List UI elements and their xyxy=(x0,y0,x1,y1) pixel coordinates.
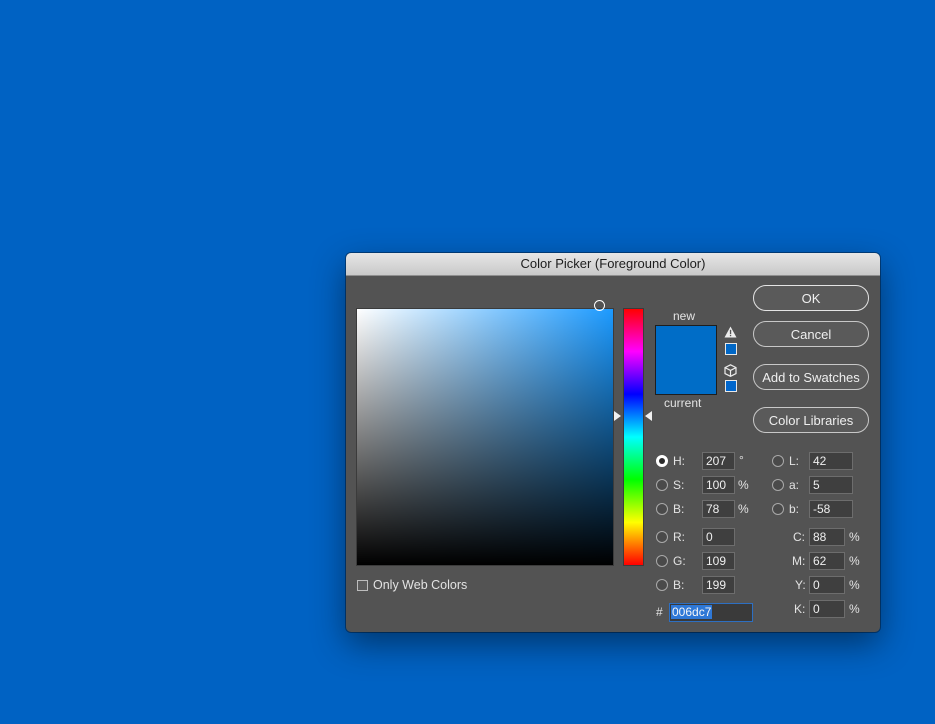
cancel-button[interactable]: Cancel xyxy=(753,321,869,347)
hex-value: 006dc7 xyxy=(671,605,713,619)
black-field[interactable]: 0 xyxy=(809,600,845,618)
red-radio[interactable] xyxy=(656,531,668,543)
yellow-unit: % xyxy=(849,578,860,592)
blue-field[interactable]: 199 xyxy=(702,576,735,594)
color-libraries-button[interactable]: Color Libraries xyxy=(753,407,869,433)
only-web-colors-checkbox[interactable] xyxy=(357,580,368,591)
lightness-radio[interactable] xyxy=(772,455,784,467)
hue-field[interactable]: 207 xyxy=(702,452,735,470)
yellow-label: Y: xyxy=(795,578,806,592)
current-color-swatch[interactable] xyxy=(656,360,716,394)
color-field-marker[interactable] xyxy=(594,300,605,311)
saturation-field[interactable]: 100 xyxy=(702,476,735,494)
hue-slider-right-handle[interactable] xyxy=(645,411,652,421)
brightness-unit: % xyxy=(738,502,749,516)
dialog-title: Color Picker (Foreground Color) xyxy=(346,253,880,276)
red-field[interactable]: 0 xyxy=(702,528,735,546)
hex-label: # xyxy=(656,605,663,619)
a-channel-label: a: xyxy=(789,478,800,492)
blue-radio[interactable] xyxy=(656,579,668,591)
current-color-label: current xyxy=(664,396,702,410)
gamut-correction-swatch[interactable] xyxy=(725,343,737,355)
hue-label: H: xyxy=(673,454,685,468)
hue-radio[interactable] xyxy=(656,455,668,467)
blue-label: B: xyxy=(673,578,685,592)
green-label: G: xyxy=(673,554,686,568)
magenta-label: M: xyxy=(792,554,806,568)
color-picker-dialog: Color Picker (Foreground Color) new curr… xyxy=(346,253,880,632)
magenta-unit: % xyxy=(849,554,860,568)
green-radio[interactable] xyxy=(656,555,668,567)
green-field[interactable]: 109 xyxy=(702,552,735,570)
lightness-label: L: xyxy=(789,454,800,468)
b-channel-field[interactable]: -58 xyxy=(809,500,853,518)
hue-unit: ° xyxy=(739,453,744,467)
b-channel-label: b: xyxy=(789,502,800,516)
cyan-unit: % xyxy=(849,530,860,544)
ok-button[interactable]: OK xyxy=(753,285,869,311)
warning-triangle-icon xyxy=(724,326,737,340)
only-web-colors-label[interactable]: Only Web Colors xyxy=(373,578,467,592)
a-channel-radio[interactable] xyxy=(772,479,784,491)
black-unit: % xyxy=(849,602,860,616)
brightness-radio[interactable] xyxy=(656,503,668,515)
yellow-field[interactable]: 0 xyxy=(809,576,845,594)
brightness-field[interactable]: 78 xyxy=(702,500,735,518)
lightness-field[interactable]: 42 xyxy=(809,452,853,470)
red-label: R: xyxy=(673,530,685,544)
color-preview xyxy=(655,325,717,395)
hue-slider-left-handle[interactable] xyxy=(614,411,621,421)
cube-icon xyxy=(724,364,737,379)
brightness-label: B: xyxy=(673,502,685,516)
color-field[interactable] xyxy=(356,308,614,566)
hue-slider[interactable] xyxy=(623,308,644,566)
black-label: K: xyxy=(794,602,806,616)
saturation-unit: % xyxy=(738,478,749,492)
web-safe-swatch[interactable] xyxy=(725,380,737,392)
new-color-swatch xyxy=(656,326,716,360)
new-color-label: new xyxy=(673,309,696,323)
cyan-label: C: xyxy=(793,530,805,544)
saturation-label: S: xyxy=(673,478,685,492)
magenta-field[interactable]: 62 xyxy=(809,552,845,570)
b-channel-radio[interactable] xyxy=(772,503,784,515)
hex-field[interactable]: 006dc7 xyxy=(669,603,753,622)
a-channel-field[interactable]: 5 xyxy=(809,476,853,494)
add-to-swatches-button[interactable]: Add to Swatches xyxy=(753,364,869,390)
cyan-field[interactable]: 88 xyxy=(809,528,845,546)
saturation-radio[interactable] xyxy=(656,479,668,491)
